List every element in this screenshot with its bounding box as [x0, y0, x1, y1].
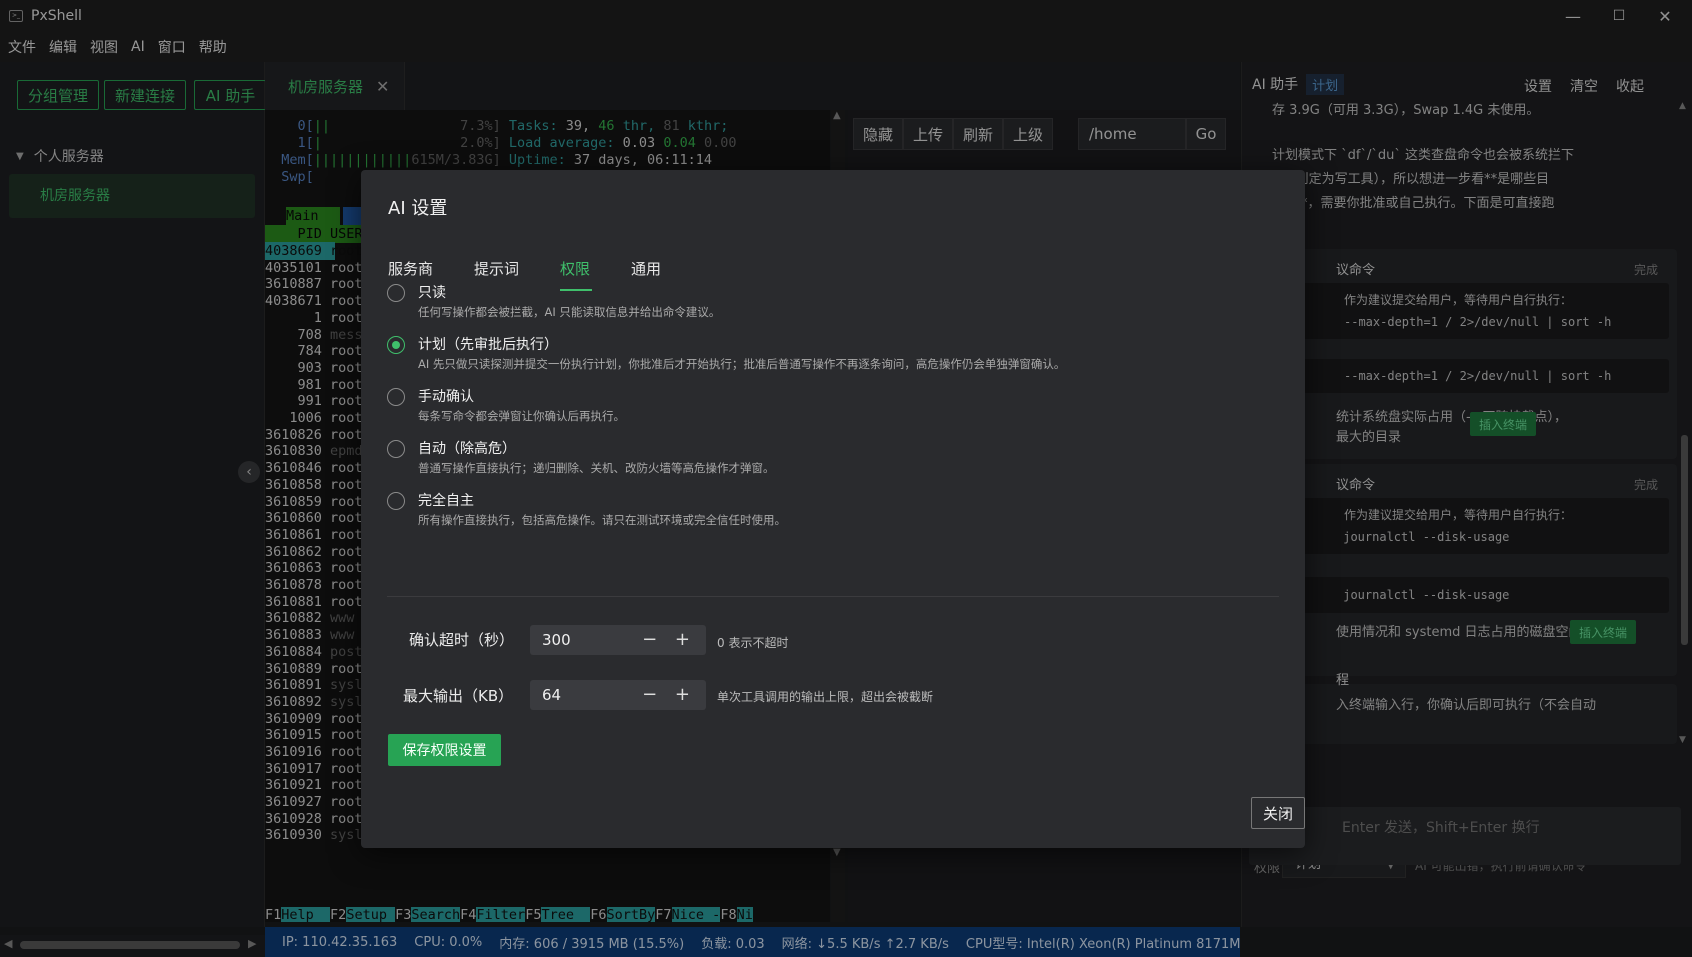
- timeout-hint: 0 表示不超时: [717, 636, 789, 650]
- option-description: 每条写命令都会弹窗让你确认后再执行。: [418, 409, 625, 423]
- tab-general[interactable]: 通用: [631, 258, 661, 279]
- radio-button[interactable]: [387, 336, 405, 354]
- timeout-value: 300: [542, 631, 571, 649]
- option-description: AI 先只做只读探测并提交一份执行计划，你批准后才开始执行；批准后普通写操作不再…: [418, 357, 1066, 371]
- stepper-icon[interactable]: − +: [642, 680, 696, 710]
- option-title: 只读: [418, 285, 446, 301]
- tab-permissions[interactable]: 权限: [560, 258, 590, 279]
- timeout-input[interactable]: 300 − +: [530, 625, 706, 655]
- option-title: 完全自主: [418, 493, 474, 509]
- max-output-hint: 单次工具调用的输出上限，超出会被截断: [717, 690, 934, 704]
- option-title: 计划（先审批后执行）: [418, 337, 558, 353]
- option-title: 自动（除高危）: [418, 441, 516, 457]
- option-description: 所有操作直接执行，包括高危操作。请只在测试环境或完全信任时使用。: [418, 513, 786, 527]
- divider: [387, 596, 1279, 597]
- radio-button[interactable]: [387, 284, 405, 302]
- max-output-value: 64: [542, 686, 562, 704]
- tab-prompts[interactable]: 提示词: [474, 258, 519, 279]
- max-output-input[interactable]: 64 − +: [530, 680, 706, 710]
- radio-button[interactable]: [387, 440, 405, 458]
- option-title: 手动确认: [418, 389, 474, 405]
- timeout-label: 确认超时（秒）: [409, 631, 515, 649]
- radio-button[interactable]: [387, 492, 405, 510]
- close-dialog-button[interactable]: 关闭: [1251, 797, 1305, 829]
- ai-settings-dialog: AI 设置 服务商 提示词 权限 通用 只读任何写操作都会被拦截，AI 只能读取…: [361, 170, 1305, 848]
- max-output-label: 最大输出（KB）: [403, 687, 514, 705]
- dialog-title: AI 设置: [388, 198, 448, 219]
- save-permissions-button[interactable]: 保存权限设置: [388, 734, 501, 766]
- tab-provider[interactable]: 服务商: [388, 258, 433, 279]
- radio-button[interactable]: [387, 388, 405, 406]
- active-tab-indicator: [560, 289, 592, 291]
- option-description: 任何写操作都会被拦截，AI 只能读取信息并给出命令建议。: [418, 305, 721, 319]
- option-description: 普通写操作直接执行；递归删除、关机、改防火墙等高危操作才弹窗。: [418, 461, 775, 475]
- stepper-icon[interactable]: − +: [642, 625, 696, 655]
